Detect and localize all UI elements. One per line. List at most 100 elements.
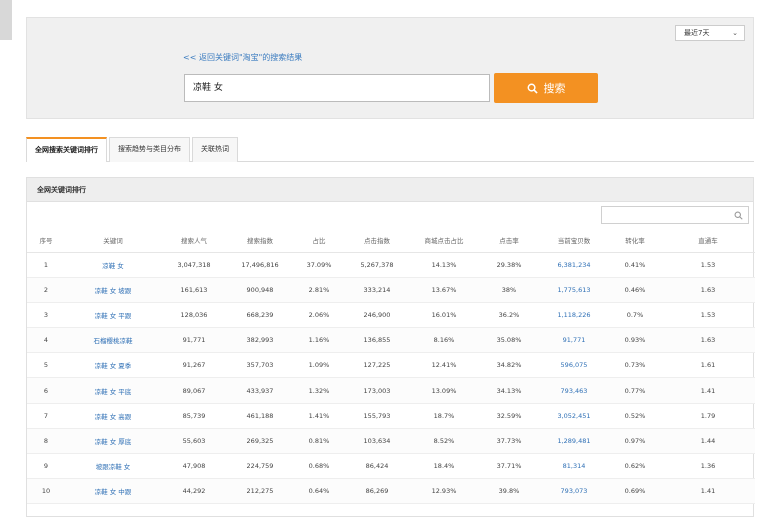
column-header-search-popularity[interactable]: 搜索人气	[161, 228, 227, 253]
column-header-mall-click-share[interactable]: 商城点击占比	[409, 228, 479, 253]
cell-click-rate: 38%	[479, 277, 539, 303]
date-range-select[interactable]: 最近7天 ⌄	[675, 25, 745, 41]
results-panel: 全网关键词排行 序号 关键词 搜索人气 搜索指数 占比 点击指数 商城点击占比 点击率 当前宝贝…	[26, 177, 755, 517]
column-header-index[interactable]: 序号	[27, 228, 65, 253]
cell-current-items[interactable]: 81,314	[539, 453, 609, 480]
cell-current-items[interactable]: 793,073	[539, 478, 609, 505]
cell-keyword[interactable]: 凉鞋 女 平跟	[65, 302, 161, 329]
cell-search-index: 668,239	[227, 302, 293, 329]
cell-index: 4	[27, 327, 65, 354]
cell-ppc: 1.63	[661, 327, 755, 354]
cell-conversion-rate: 0.97%	[609, 428, 661, 455]
cell-search-index: 269,325	[227, 428, 293, 455]
cell-index: 2	[27, 277, 65, 303]
cell-click-rate: 36.2%	[479, 302, 539, 329]
tab-keyword-ranking[interactable]: 全网搜索关键词排行	[26, 137, 107, 162]
filter-input[interactable]	[601, 206, 749, 224]
cell-keyword[interactable]: 凉鞋 女 高跟	[65, 403, 161, 429]
cell-search-index: 433,937	[227, 377, 293, 404]
cell-search-index: 461,188	[227, 403, 293, 429]
cell-keyword[interactable]: 凉鞋 女 夏季	[65, 352, 161, 379]
cell-click-index: 155,793	[345, 403, 409, 429]
results-title: 全网关键词排行	[27, 178, 753, 202]
cell-current-items[interactable]: 1,118,226	[539, 302, 609, 329]
search-button[interactable]: 搜索	[494, 73, 598, 103]
cell-ppc: 1.79	[661, 403, 755, 429]
cell-keyword[interactable]: 凉鞋 女	[65, 252, 161, 278]
cell-conversion-rate: 0.73%	[609, 352, 661, 379]
cell-conversion-rate: 0.52%	[609, 403, 661, 429]
cell-search-index: 357,703	[227, 352, 293, 379]
cell-click-index: 333,214	[345, 277, 409, 303]
cell-conversion-rate: 0.69%	[609, 478, 661, 505]
table-row: 10 凉鞋 女 中跟 44,292 212,275 0.64% 86,269 12.93% 3…	[27, 478, 755, 505]
cell-conversion-rate: 0.7%	[609, 302, 661, 329]
cell-share: 1.32%	[293, 377, 345, 404]
column-header-click-rate[interactable]: 点击率	[479, 228, 539, 253]
cell-current-items[interactable]: 3,052,451	[539, 403, 609, 429]
search-icon	[734, 211, 743, 220]
column-header-search-index[interactable]: 搜索指数	[227, 228, 293, 253]
back-to-results-link[interactable]: << 返回关键词"淘宝"的搜索结果	[183, 52, 302, 63]
column-header-click-index[interactable]: 点击指数	[345, 228, 409, 253]
cell-mall-click-share: 8.16%	[409, 327, 479, 354]
cell-click-index: 136,855	[345, 327, 409, 354]
cell-share: 2.81%	[293, 277, 345, 303]
cell-current-items[interactable]: 6,381,234	[539, 252, 609, 278]
tab-trend-distribution[interactable]: 搜索趋势与类目分布	[109, 137, 190, 162]
cell-keyword[interactable]: 坡跟凉鞋 女	[65, 453, 161, 480]
table-row: 5 凉鞋 女 夏季 91,267 357,703 1.09% 127,225 12.41% 3…	[27, 352, 755, 379]
cell-share: 0.81%	[293, 428, 345, 455]
cell-click-index: 86,424	[345, 453, 409, 480]
cell-index: 9	[27, 453, 65, 480]
cell-keyword[interactable]: 凉鞋 女 平底	[65, 377, 161, 404]
cell-search-popularity: 44,292	[161, 478, 227, 505]
cell-keyword[interactable]: 凉鞋 女 中跟	[65, 478, 161, 505]
cell-mall-click-share: 13.09%	[409, 377, 479, 404]
cell-click-rate: 35.08%	[479, 327, 539, 354]
cell-search-popularity: 89,067	[161, 377, 227, 404]
cell-current-items[interactable]: 1,775,613	[539, 277, 609, 303]
tab-related-words[interactable]: 关联热词	[192, 137, 238, 162]
table-row: 1 凉鞋 女 3,047,318 17,496,816 37.09% 5,267,378 1…	[27, 252, 755, 278]
cell-current-items[interactable]: 91,771	[539, 327, 609, 354]
search-panel: 最近7天 ⌄ << 返回关键词"淘宝"的搜索结果 凉鞋 女 搜索	[26, 17, 754, 119]
column-header-conversion-rate[interactable]: 转化率	[609, 228, 661, 253]
cell-index: 5	[27, 352, 65, 379]
search-button-label: 搜索	[543, 82, 566, 95]
cell-share: 1.09%	[293, 352, 345, 379]
cell-current-items[interactable]: 793,463	[539, 377, 609, 404]
cell-mall-click-share: 12.41%	[409, 352, 479, 379]
column-header-ppc[interactable]: 直通车	[661, 228, 755, 253]
column-header-share[interactable]: 占比	[293, 228, 345, 253]
cell-search-popularity: 91,267	[161, 352, 227, 379]
cell-mall-click-share: 12.93%	[409, 478, 479, 505]
table-row: 3 凉鞋 女 平跟 128,036 668,239 2.06% 246,900 16.01%…	[27, 302, 755, 329]
cell-click-index: 246,900	[345, 302, 409, 329]
cell-ppc: 1.36	[661, 453, 755, 480]
cell-conversion-rate: 0.93%	[609, 327, 661, 354]
table-row: 4 石榴樱桃凉鞋 91,771 382,993 1.16% 136,855 8.16% 35.…	[27, 327, 755, 354]
cell-mall-click-share: 16.01%	[409, 302, 479, 329]
cell-share: 37.09%	[293, 252, 345, 278]
column-header-keyword[interactable]: 关键词	[65, 228, 161, 253]
cell-search-index: 382,993	[227, 327, 293, 354]
cell-search-popularity: 91,771	[161, 327, 227, 354]
chevron-down-icon: ⌄	[732, 29, 738, 37]
cell-keyword[interactable]: 凉鞋 女 坡跟	[65, 277, 161, 303]
cell-ppc: 1.41	[661, 377, 755, 404]
cell-mall-click-share: 13.67%	[409, 277, 479, 303]
cell-keyword[interactable]: 石榴樱桃凉鞋	[65, 327, 161, 354]
cell-ppc: 1.53	[661, 252, 755, 278]
column-header-current-items[interactable]: 当前宝贝数	[539, 228, 609, 253]
cell-click-rate: 37.71%	[479, 453, 539, 480]
search-input[interactable]: 凉鞋 女	[184, 74, 490, 102]
cell-current-items[interactable]: 1,289,481	[539, 428, 609, 455]
cell-conversion-rate: 0.62%	[609, 453, 661, 480]
left-sidebar-edge	[0, 0, 12, 40]
cell-mall-click-share: 14.13%	[409, 252, 479, 278]
cell-current-items[interactable]: 596,075	[539, 352, 609, 379]
cell-ppc: 1.53	[661, 302, 755, 329]
cell-keyword[interactable]: 凉鞋 女 厚底	[65, 428, 161, 455]
cell-click-rate: 34.82%	[479, 352, 539, 379]
